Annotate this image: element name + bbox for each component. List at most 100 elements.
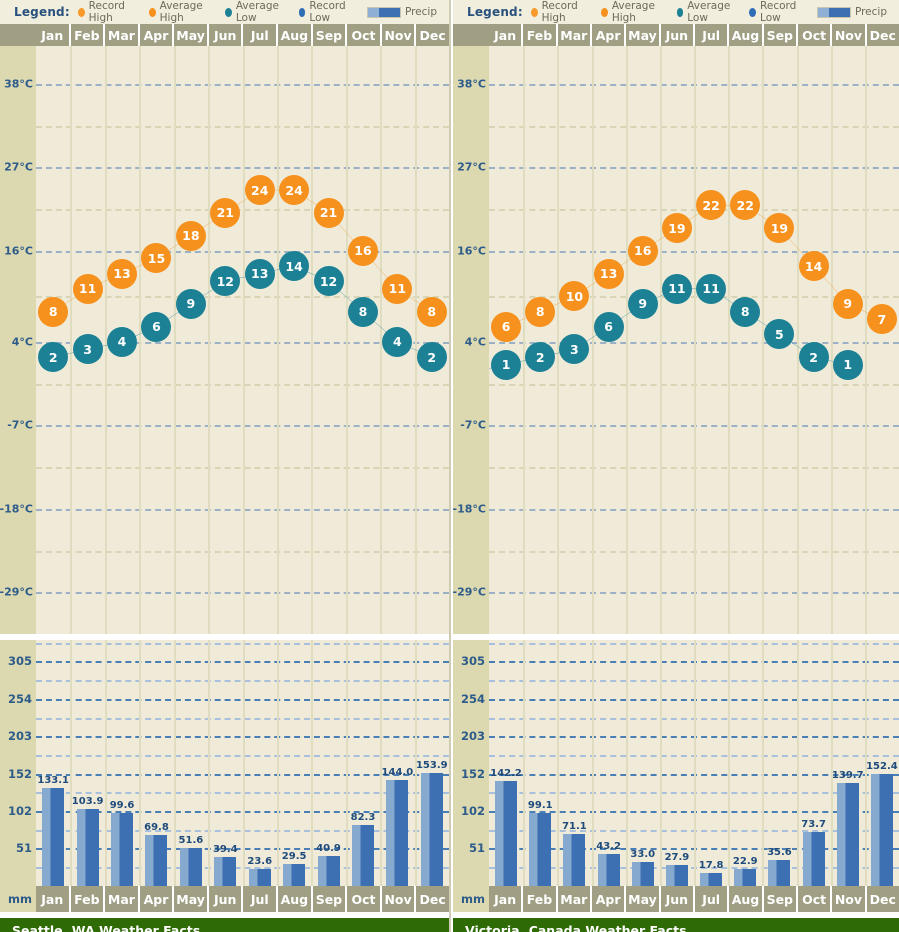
- month-label-dec[interactable]: Dec: [866, 24, 899, 46]
- precip-bar[interactable]: [700, 872, 723, 886]
- average-high-point[interactable]: 15: [141, 243, 172, 274]
- average-low-point[interactable]: 8: [730, 296, 761, 327]
- precip-bar-column[interactable]: [665, 865, 688, 886]
- month-label-feb[interactable]: Feb: [523, 24, 558, 46]
- precip-bar-column[interactable]: [248, 868, 271, 886]
- precip-bar-column[interactable]: [495, 781, 518, 886]
- average-low-point[interactable]: 4: [107, 326, 138, 357]
- precip-bar[interactable]: [734, 869, 757, 886]
- month-label-sep[interactable]: Sep: [763, 24, 798, 46]
- average-high-point[interactable]: 8: [525, 296, 556, 327]
- month-label-aug[interactable]: Aug: [729, 24, 764, 46]
- average-high-point[interactable]: 11: [72, 273, 103, 304]
- precip-bar-column[interactable]: [145, 834, 168, 886]
- month-label-sep[interactable]: Sep: [312, 886, 348, 912]
- precip-bar[interactable]: [317, 855, 340, 886]
- precip-bar-column[interactable]: [734, 869, 757, 886]
- precip-bar-column[interactable]: [870, 773, 893, 886]
- precip-bar[interactable]: [665, 865, 688, 886]
- precip-bar-column[interactable]: [420, 772, 443, 886]
- average-low-point[interactable]: 11: [696, 273, 727, 304]
- average-high-point[interactable]: 8: [38, 296, 69, 327]
- precip-bar[interactable]: [495, 781, 518, 886]
- precip-bar[interactable]: [351, 825, 374, 886]
- month-label-may[interactable]: May: [174, 886, 209, 912]
- precip-bar[interactable]: [76, 809, 99, 886]
- average-high-point[interactable]: 21: [313, 197, 344, 228]
- precip-bar-column[interactable]: [700, 872, 723, 886]
- month-label-dec[interactable]: Dec: [866, 886, 899, 912]
- precip-bar-column[interactable]: [214, 856, 237, 886]
- average-low-point[interactable]: 6: [141, 311, 172, 342]
- month-label-jan[interactable]: Jan: [489, 24, 524, 46]
- average-low-point[interactable]: 13: [244, 258, 275, 289]
- average-low-point[interactable]: 4: [382, 326, 413, 357]
- month-label-jun[interactable]: Jun: [208, 886, 244, 912]
- average-low-point[interactable]: 2: [416, 342, 447, 373]
- month-label-mar[interactable]: Mar: [105, 24, 140, 46]
- precip-bar-column[interactable]: [76, 809, 99, 886]
- precip-bar-column[interactable]: [386, 779, 409, 886]
- average-low-point[interactable]: 1: [491, 349, 522, 380]
- average-high-point[interactable]: 21: [210, 197, 241, 228]
- month-label-jun[interactable]: Jun: [660, 886, 695, 912]
- month-label-jul[interactable]: Jul: [694, 24, 730, 46]
- average-low-point[interactable]: 5: [764, 319, 795, 350]
- month-label-oct[interactable]: Oct: [347, 886, 382, 912]
- month-label-feb[interactable]: Feb: [70, 24, 106, 46]
- precip-bar[interactable]: [386, 779, 409, 886]
- month-label-jan[interactable]: Jan: [36, 886, 71, 912]
- month-label-mar[interactable]: Mar: [557, 886, 592, 912]
- month-label-feb[interactable]: Feb: [523, 886, 558, 912]
- precip-bar-column[interactable]: [768, 859, 791, 886]
- precip-bar[interactable]: [420, 772, 443, 886]
- month-label-oct[interactable]: Oct: [347, 24, 382, 46]
- month-label-jan[interactable]: Jan: [489, 886, 524, 912]
- precip-bar[interactable]: [529, 813, 552, 886]
- average-low-point[interactable]: 3: [559, 334, 590, 365]
- month-label-jan[interactable]: Jan: [36, 24, 71, 46]
- month-label-apr[interactable]: Apr: [139, 886, 175, 912]
- average-high-point[interactable]: 18: [175, 220, 206, 251]
- precip-bar-column[interactable]: [179, 848, 202, 886]
- average-high-point[interactable]: 16: [627, 235, 658, 266]
- average-high-point[interactable]: 22: [696, 190, 727, 221]
- average-high-point[interactable]: 24: [279, 175, 310, 206]
- precip-bar-column[interactable]: [836, 783, 859, 886]
- precip-bar[interactable]: [597, 854, 620, 886]
- precip-bar[interactable]: [145, 834, 168, 886]
- month-label-jun[interactable]: Jun: [660, 24, 695, 46]
- month-label-oct[interactable]: Oct: [797, 24, 833, 46]
- month-label-sep[interactable]: Sep: [312, 24, 348, 46]
- month-label-may[interactable]: May: [626, 886, 661, 912]
- average-high-point[interactable]: 13: [593, 258, 624, 289]
- average-low-point[interactable]: 3: [72, 334, 103, 365]
- average-high-point[interactable]: 19: [764, 213, 795, 244]
- average-low-point[interactable]: 2: [38, 342, 69, 373]
- month-label-apr[interactable]: Apr: [591, 886, 627, 912]
- precip-bar[interactable]: [214, 856, 237, 886]
- month-label-aug[interactable]: Aug: [278, 886, 313, 912]
- precip-bar[interactable]: [870, 773, 893, 886]
- average-high-point[interactable]: 7: [866, 304, 897, 335]
- month-label-apr[interactable]: Apr: [139, 24, 175, 46]
- month-label-dec[interactable]: Dec: [416, 24, 449, 46]
- precip-bar-column[interactable]: [42, 787, 65, 886]
- precip-bar-column[interactable]: [283, 864, 306, 886]
- average-high-point[interactable]: 24: [244, 175, 275, 206]
- average-low-point[interactable]: 2: [525, 342, 556, 373]
- precip-bar[interactable]: [563, 833, 586, 886]
- average-high-point[interactable]: 13: [107, 258, 138, 289]
- average-low-point[interactable]: 8: [347, 296, 378, 327]
- precip-bar[interactable]: [111, 812, 134, 886]
- month-label-feb[interactable]: Feb: [70, 886, 106, 912]
- average-high-point[interactable]: 8: [416, 296, 447, 327]
- average-high-point[interactable]: 16: [347, 235, 378, 266]
- month-label-jun[interactable]: Jun: [208, 24, 244, 46]
- precip-bar[interactable]: [179, 848, 202, 886]
- month-label-nov[interactable]: Nov: [381, 24, 417, 46]
- precip-bar-column[interactable]: [631, 861, 654, 886]
- average-high-point[interactable]: 14: [798, 251, 829, 282]
- month-label-oct[interactable]: Oct: [797, 886, 833, 912]
- precip-bar[interactable]: [631, 861, 654, 886]
